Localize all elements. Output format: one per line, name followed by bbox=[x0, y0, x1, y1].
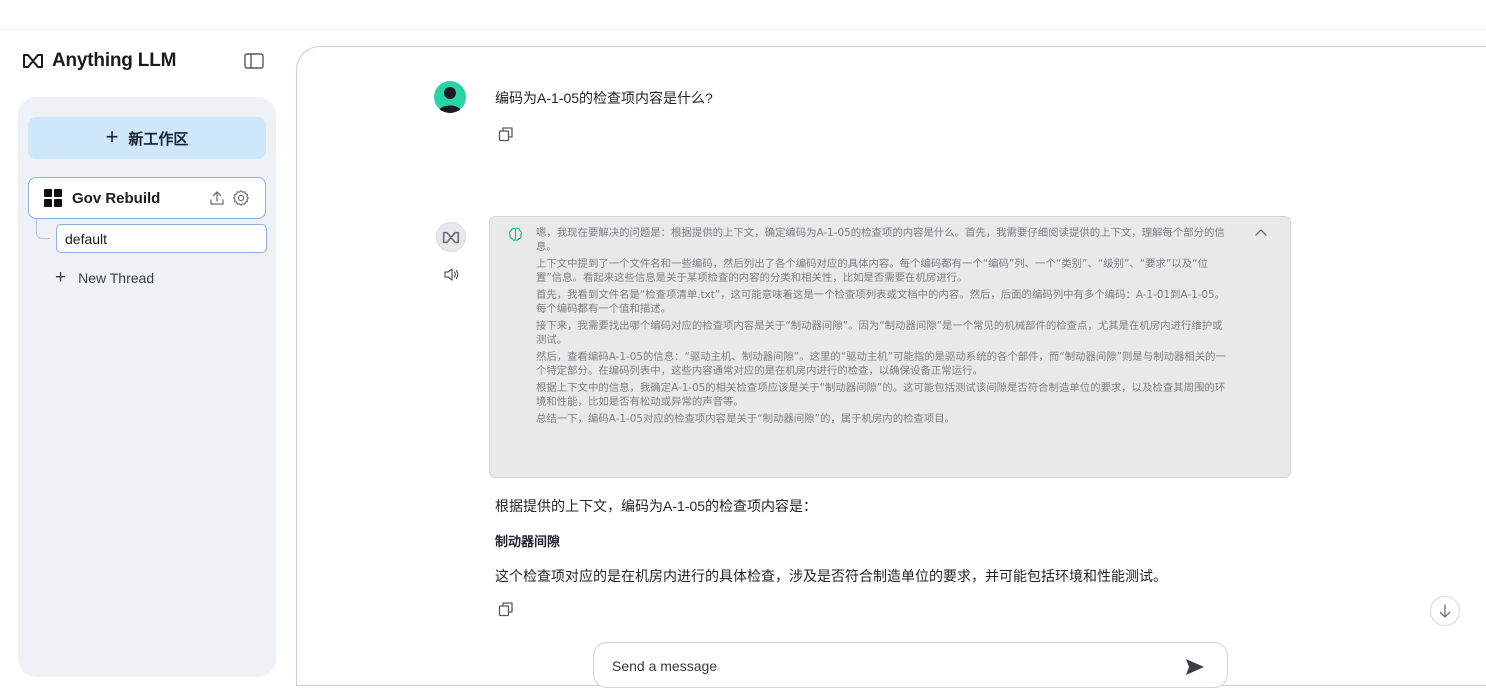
thinking-paragraph: 然后，查看编码A-1-05的信息：“驱动主机、制动器间隙”。这里的“驱动主机”可… bbox=[536, 351, 1226, 377]
thinking-paragraph: 根据上下文中的信息，我确定A-1-05的相关检查项应该是关于“制动器间隙”的。这… bbox=[536, 382, 1226, 408]
speaker-icon[interactable] bbox=[443, 267, 460, 282]
chevron-up-icon[interactable] bbox=[1254, 227, 1268, 237]
thread-connector bbox=[36, 219, 50, 239]
new-thread-label: New Thread bbox=[78, 269, 155, 286]
assistant-avatar bbox=[436, 222, 466, 252]
plus-icon: + bbox=[55, 267, 67, 288]
new-thread-button[interactable]: + New Thread bbox=[55, 268, 154, 287]
assistant-answer-intro: 根据提供的上下文，编码为A-1-05的检查项内容是： bbox=[495, 498, 818, 514]
new-workspace-label: 新工作区 bbox=[128, 130, 189, 148]
thinking-paragraph: 总结一下，编码A-1-05对应的检查项内容是关于“制动器间隙”的，属于机房内的检… bbox=[536, 413, 956, 425]
app-title: Anything LLM bbox=[52, 50, 177, 71]
thinking-panel: 嗯，我现在要解决的问题是：根据提供的上下文，确定编码为A-1-05的检查项的内容… bbox=[489, 216, 1291, 478]
user-avatar-icon bbox=[438, 87, 462, 113]
plus-icon: + bbox=[105, 124, 119, 149]
app-brand: Anything LLM bbox=[22, 50, 176, 72]
window-top-bar bbox=[0, 0, 1486, 30]
thread-item-default[interactable]: default bbox=[56, 224, 267, 253]
upload-icon[interactable] bbox=[208, 189, 226, 207]
user-message: 编码为A-1-05的检查项内容是什么? bbox=[495, 90, 713, 106]
workspace-name: Gov Rebuild bbox=[72, 189, 161, 207]
message-input[interactable] bbox=[612, 657, 1152, 675]
thinking-content: 嗯，我现在要解决的问题是：根据提供的上下文，确定编码为A-1-05的检查项的内容… bbox=[536, 226, 1226, 429]
anythingllm-logo-icon bbox=[23, 54, 43, 68]
gear-icon[interactable] bbox=[232, 189, 250, 207]
workspace-item-gov-rebuild[interactable]: Gov Rebuild bbox=[28, 177, 266, 219]
copy-icon[interactable] bbox=[498, 601, 514, 617]
message-composer bbox=[593, 642, 1228, 688]
brain-icon bbox=[508, 227, 523, 241]
user-avatar bbox=[434, 81, 466, 113]
sidebar-toggle-icon[interactable] bbox=[244, 53, 264, 69]
arrow-down-icon bbox=[1439, 604, 1451, 618]
scroll-to-bottom-button[interactable] bbox=[1430, 596, 1460, 626]
new-workspace-button[interactable]: + 新工作区 bbox=[28, 117, 266, 159]
thinking-paragraph: 嗯，我现在要解决的问题是：根据提供的上下文，确定编码为A-1-05的检查项的内容… bbox=[536, 227, 1225, 253]
thinking-paragraph: 接下来，我需要找出哪个编码对应的检查项内容是关于“制动器间隙”。因为“制动器间隙… bbox=[536, 320, 1223, 346]
assistant-answer-heading: 制动器间隙 bbox=[495, 534, 561, 549]
thinking-paragraph: 上下文中提到了一个文件名和一些编码，然后列出了各个编码对应的具体内容。每个编码都… bbox=[536, 258, 1208, 284]
copy-icon[interactable] bbox=[498, 126, 514, 142]
send-icon[interactable] bbox=[1184, 657, 1206, 677]
workspace-grid-icon bbox=[44, 189, 62, 207]
assistant-answer-body: 这个检查项对应的是在机房内进行的具体检查，涉及是否符合制造单位的要求，并可能包括… bbox=[495, 568, 1167, 584]
thinking-paragraph: 首先，我看到文件名是“检查项清单.txt”，这可能意味着这是一个检查项列表或文档… bbox=[536, 289, 1226, 315]
anythingllm-logo-icon bbox=[442, 231, 460, 243]
